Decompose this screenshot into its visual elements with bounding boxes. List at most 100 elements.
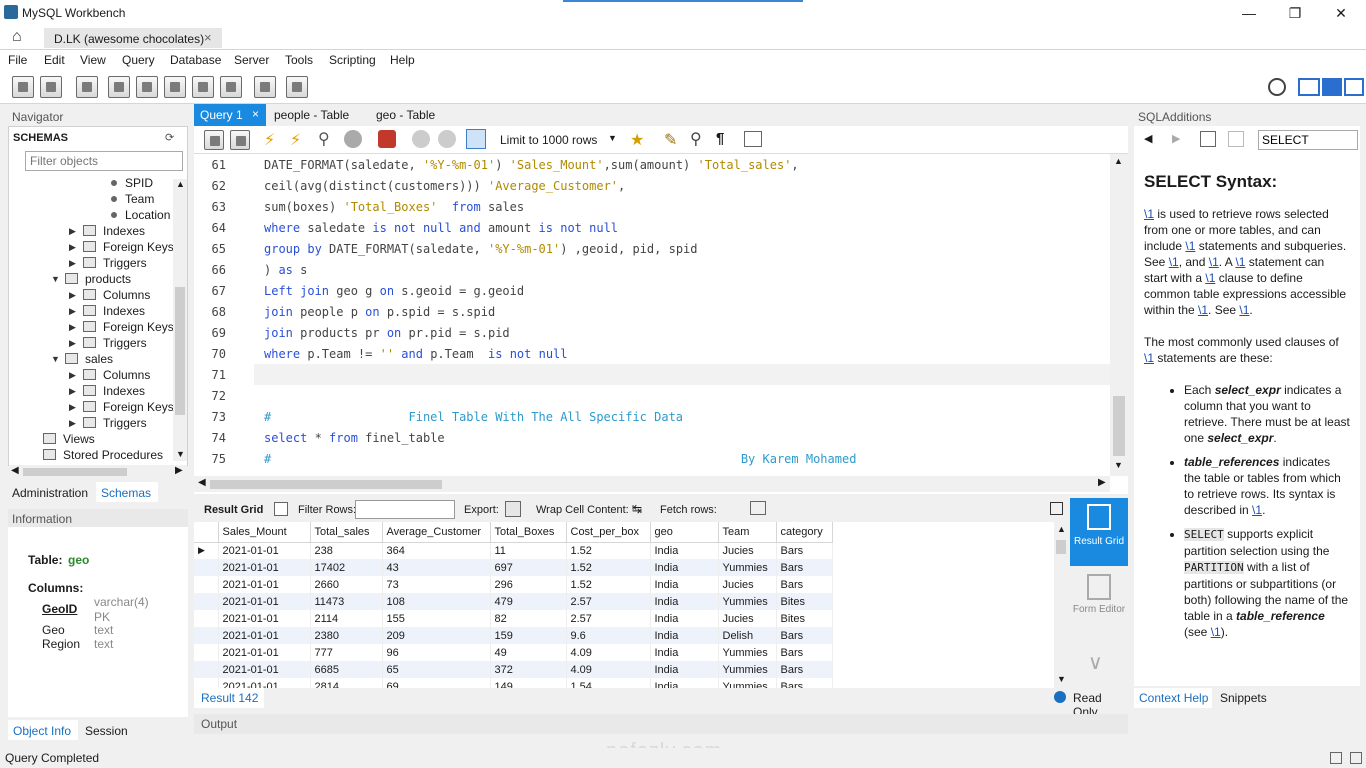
tab-context-help[interactable]: Context Help xyxy=(1134,688,1212,708)
settings-gear-icon[interactable] xyxy=(1268,78,1286,96)
column-header-geo[interactable]: geo xyxy=(650,522,719,543)
table-cell[interactable]: 2021-01-01 xyxy=(218,610,311,627)
tab-result-142[interactable]: Result 142 xyxy=(194,688,264,708)
table-cell[interactable]: 9.6 xyxy=(566,627,651,644)
table-row[interactable]: ▶ 2021-01-01 238 364 11 1.52 India Jucies Bars xyxy=(194,542,833,559)
table-cell[interactable]: 2.57 xyxy=(566,593,651,610)
toggle-error-icon[interactable] xyxy=(378,130,396,148)
stop-icon[interactable] xyxy=(344,130,362,148)
column-header-cost_per_box[interactable]: Cost_per_box xyxy=(566,522,651,543)
table-cell[interactable]: Yummies xyxy=(718,593,777,610)
filter-objects-input[interactable] xyxy=(25,151,183,171)
status-panel-icon[interactable] xyxy=(1330,752,1342,764)
add-snippet-icon[interactable]: ★ xyxy=(630,130,644,150)
menu-query[interactable]: Query xyxy=(122,53,155,67)
wrap-cell-icon[interactable]: ↹ xyxy=(632,502,642,516)
tab-geo-table[interactable]: geo - Table xyxy=(376,108,435,122)
table-cell[interactable]: 1.52 xyxy=(566,542,651,559)
table-row[interactable]: 2021-01-01 2814 69 149 1.54 India Yummies Bars xyxy=(194,678,833,688)
table-row[interactable]: 2021-01-01 2114 155 82 2.57 India Jucies Bites xyxy=(194,610,833,627)
create-procedure-icon[interactable] xyxy=(192,76,214,98)
column-header-team[interactable]: Team xyxy=(718,522,777,543)
toggle-sidebar-icon[interactable] xyxy=(1298,78,1320,96)
manual-help-icon[interactable] xyxy=(1228,131,1244,147)
table-cell[interactable]: India xyxy=(650,593,719,610)
scroll-chevron-icon[interactable]: ∨ xyxy=(1088,650,1103,675)
collapsed-chevron-icon[interactable]: ▶ xyxy=(69,418,76,429)
status-output-icon[interactable] xyxy=(1350,752,1362,764)
table-row[interactable]: 2021-01-01 6685 65 372 4.09 India Yummies Bars xyxy=(194,661,833,678)
collapsed-chevron-icon[interactable]: ▶ xyxy=(69,370,76,381)
reconnect-icon[interactable] xyxy=(286,76,308,98)
tree-item-views[interactable]: Views xyxy=(9,431,173,447)
collapsed-chevron-icon[interactable]: ▶ xyxy=(69,338,76,349)
result-grid[interactable]: Sales_Mount Total_sales Average_Customer To… xyxy=(194,522,1068,688)
collapsed-chevron-icon[interactable]: ▶ xyxy=(69,322,76,333)
table-cell[interactable]: 2021-01-01 xyxy=(218,644,311,661)
editor-horizontal-scrollbar[interactable]: ◀ ▶ xyxy=(194,476,1110,492)
tree-item-columns[interactable]: ▶ Columns xyxy=(9,367,173,383)
help-link[interactable]: \1 xyxy=(1169,255,1179,269)
open-file-icon[interactable] xyxy=(204,130,224,150)
table-cell[interactable]: 2021-01-01 xyxy=(218,576,311,593)
result-grid-button[interactable]: Result Grid xyxy=(1070,498,1128,566)
collapsed-chevron-icon[interactable]: ▶ xyxy=(69,226,76,237)
column-header-category[interactable]: category xyxy=(776,522,833,543)
table-cell[interactable]: 2.57 xyxy=(566,610,651,627)
save-icon[interactable] xyxy=(230,130,250,150)
tree-item-spid[interactable]: SPID xyxy=(9,175,173,191)
table-cell[interactable]: 372 xyxy=(490,661,567,678)
search-table-data-icon[interactable] xyxy=(254,76,276,98)
table-cell[interactable]: Yummies xyxy=(718,644,777,661)
table-cell[interactable]: 2380 xyxy=(310,627,383,644)
tree-item-indexes[interactable]: ▶ Indexes xyxy=(9,383,173,399)
limit-rows-select[interactable]: Limit to 1000 rows xyxy=(500,133,597,147)
table-cell[interactable]: Bars xyxy=(776,644,833,661)
table-cell[interactable]: 296 xyxy=(490,576,567,593)
help-link[interactable]: \1 xyxy=(1252,503,1262,517)
table-cell[interactable]: 65 xyxy=(382,661,491,678)
tab-query-1[interactable]: Query 1 × xyxy=(194,104,266,126)
collapsed-chevron-icon[interactable]: ▶ xyxy=(69,242,76,253)
table-cell[interactable]: 2114 xyxy=(310,610,383,627)
table-cell[interactable]: 4.09 xyxy=(566,644,651,661)
column-header-average_customer[interactable]: Average_Customer xyxy=(382,522,491,543)
tree-item-location[interactable]: Location xyxy=(9,207,173,223)
create-schema-icon[interactable] xyxy=(108,76,130,98)
expanded-chevron-icon[interactable]: ▼ xyxy=(51,274,60,284)
collapsed-chevron-icon[interactable]: ▶ xyxy=(69,386,76,397)
table-cell[interactable]: 108 xyxy=(382,593,491,610)
tree-item-indexes[interactable]: ▶ Indexes xyxy=(9,303,173,319)
limit-dropdown-chevron-icon[interactable]: ▼ xyxy=(608,133,617,143)
commit-icon[interactable] xyxy=(412,130,430,148)
column-header-sales_mount[interactable]: Sales_Mount xyxy=(218,522,311,543)
menu-scripting[interactable]: Scripting xyxy=(329,53,376,67)
tab-object-info[interactable]: Object Info xyxy=(8,720,78,740)
new-sql-tab-icon[interactable] xyxy=(12,76,34,98)
collapsed-chevron-icon[interactable]: ▶ xyxy=(69,402,76,413)
table-cell[interactable]: Jucies xyxy=(718,576,777,593)
tree-item-triggers[interactable]: ▶ Triggers xyxy=(9,335,173,351)
column-header-total_sales[interactable]: Total_sales xyxy=(310,522,383,543)
table-cell[interactable]: 2021-01-01 xyxy=(218,542,311,559)
tree-item-foreign-keys[interactable]: ▶ Foreign Keys xyxy=(9,399,173,415)
find-icon[interactable]: ⚲ xyxy=(690,129,702,149)
help-topic-input[interactable] xyxy=(1258,130,1358,150)
table-cell[interactable]: Yummies xyxy=(718,559,777,576)
table-cell[interactable]: 697 xyxy=(490,559,567,576)
table-cell[interactable]: India xyxy=(650,610,719,627)
toggle-output-icon[interactable] xyxy=(1322,78,1342,96)
expanded-chevron-icon[interactable]: ▼ xyxy=(51,354,60,364)
editor-vertical-scrollbar[interactable]: ▲ ▼ xyxy=(1110,154,1128,476)
table-cell[interactable]: India xyxy=(650,542,719,559)
tab-administration[interactable]: Administration xyxy=(12,486,88,500)
menu-help[interactable]: Help xyxy=(390,53,415,67)
tree-horizontal-scrollbar[interactable]: ◀ ▶ xyxy=(9,465,187,479)
connection-tab-close-icon[interactable]: × xyxy=(204,30,212,45)
tree-item-columns[interactable]: ▶ Columns xyxy=(9,287,173,303)
sql-editor[interactable]: 61 DATE_FORMAT(saledate, '%Y-%m-01') 'Sal… xyxy=(194,154,1128,494)
tree-item-stored-procedures[interactable]: Stored Procedures xyxy=(9,447,173,463)
table-row[interactable]: 2021-01-01 2380 209 159 9.6 India Delish Bars xyxy=(194,627,833,644)
table-cell[interactable]: Delish xyxy=(718,627,777,644)
table-cell[interactable]: Jucies xyxy=(718,542,777,559)
